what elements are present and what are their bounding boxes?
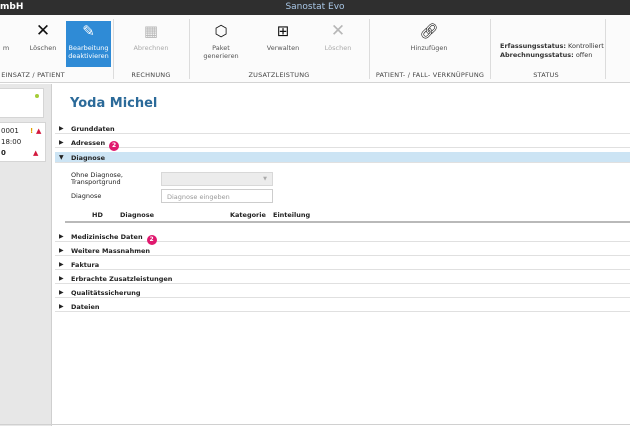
no-diagnosis-label: Ohne Diagnose, Transportgrund (71, 171, 123, 186)
bill-button[interactable]: ▦ Abrechnen (128, 21, 174, 67)
group-label-verknuepfung: PATIENT- / FALL- VERKNÜPFUNG (375, 71, 485, 79)
expand-arrow-icon: ▶ (59, 247, 64, 254)
truncated-button[interactable]: m (0, 21, 12, 67)
app-title: Sanostat Evo (285, 2, 345, 12)
divider (189, 19, 190, 79)
divider (369, 19, 370, 79)
edit-icon: ✎ (82, 22, 95, 40)
column-header-diagnose: Diagnose (120, 211, 155, 219)
expand-arrow-icon: ▶ (59, 275, 64, 282)
link-icon: 🔗︎ (419, 22, 439, 40)
table-divider (65, 221, 630, 223)
case-card[interactable]: 0001 ! ▲ 18:00 0 ▲ (0, 122, 46, 162)
section-adressen[interactable]: ▶ Adressen 2 (55, 137, 630, 151)
diagnosis-label: Diagnose (71, 192, 102, 200)
expand-arrow-icon: ▶ (59, 289, 64, 296)
section-medizinische-daten[interactable]: ▶ Medizinische Daten 2 (55, 231, 630, 245)
alert-triangle-icon: ▲ (33, 149, 39, 157)
patient-name: Yoda Michel (70, 96, 158, 111)
case-number: 0001 (1, 127, 19, 135)
case-row-3: 0 (1, 149, 6, 157)
case-list-panel: 0001 ! ▲ 18:00 0 ▲ (0, 84, 52, 426)
chevron-down-icon: ▼ (263, 176, 267, 182)
truncated-icon (0, 21, 12, 41)
generate-package-button[interactable]: ⬡ Paket generieren (198, 21, 244, 67)
divider (605, 19, 606, 79)
title-bar: mbH Sanostat Evo (0, 0, 630, 15)
section-qualitaetssicherung[interactable]: ▶ Qualitätssicherung (55, 287, 630, 298)
alert-triangle-icon: ▲ (36, 127, 42, 135)
warning-mark: ! (30, 127, 34, 135)
status-info: Erfassungsstatus: Kontrolliert Abrechnun… (500, 42, 604, 59)
expand-arrow-icon: ▶ (59, 139, 64, 146)
bottom-border (0, 424, 630, 425)
add-link-button[interactable]: 🔗︎ Hinzufügen (404, 21, 454, 67)
x-icon: ✕ (330, 21, 346, 41)
status-dot (35, 94, 39, 98)
medkit-icon: ⊞ (276, 22, 290, 40)
divider (490, 19, 491, 79)
collapse-arrow-icon: ▼ (59, 154, 64, 161)
ribbon-toolbar: m ✕ Löschen ✎ Bearbeitung deaktivieren E… (0, 15, 630, 83)
section-weitere-massnahmen[interactable]: ▶ Weitere Massnahmen (55, 245, 630, 256)
section-zusatzleistungen[interactable]: ▶ Erbrachte Zusatzleistungen (55, 273, 630, 284)
column-header-hd: HD (92, 211, 103, 219)
count-badge: 2 (109, 141, 120, 151)
expand-arrow-icon: ▶ (59, 233, 64, 240)
section-faktura[interactable]: ▶ Faktura (55, 259, 630, 270)
calculator-icon: ▦ (143, 22, 159, 40)
count-badge: 2 (146, 235, 157, 245)
edit-toggle-button[interactable]: ✎ Bearbeitung deaktivieren (66, 21, 111, 67)
diagnosis-input[interactable]: Diagnose eingeben (161, 189, 273, 203)
package-icon: ⬡ (214, 22, 228, 40)
group-label-rechnung: RECHNUNG (131, 71, 171, 79)
expand-arrow-icon: ▶ (59, 261, 64, 268)
section-dateien[interactable]: ▶ Dateien (55, 301, 630, 312)
section-grunddaten[interactable]: ▶ Grunddaten (55, 123, 630, 134)
transport-reason-select[interactable]: ▼ (161, 172, 273, 186)
group-label-einsatz: EINSATZ / PATIENT (1, 71, 65, 79)
column-header-einteilung: Einteilung (273, 211, 311, 219)
delete-zusatz-button[interactable]: ✕ Löschen (318, 21, 358, 67)
section-diagnose[interactable]: ▼ Diagnose (55, 152, 630, 163)
x-icon: ✕ (35, 21, 51, 41)
search-card[interactable] (0, 88, 44, 118)
group-label-zusatz: ZUSATZLEISTUNG (248, 71, 310, 79)
expand-arrow-icon: ▶ (59, 303, 64, 310)
delete-button[interactable]: ✕ Löschen (28, 21, 58, 67)
manage-button[interactable]: ⊞ Verwalten (258, 21, 308, 67)
case-time: 18:00 (1, 138, 22, 146)
group-label-status: STATUS (533, 71, 559, 79)
divider (113, 19, 114, 79)
column-header-kategorie: Kategorie (230, 211, 266, 219)
expand-arrow-icon: ▶ (59, 125, 64, 132)
